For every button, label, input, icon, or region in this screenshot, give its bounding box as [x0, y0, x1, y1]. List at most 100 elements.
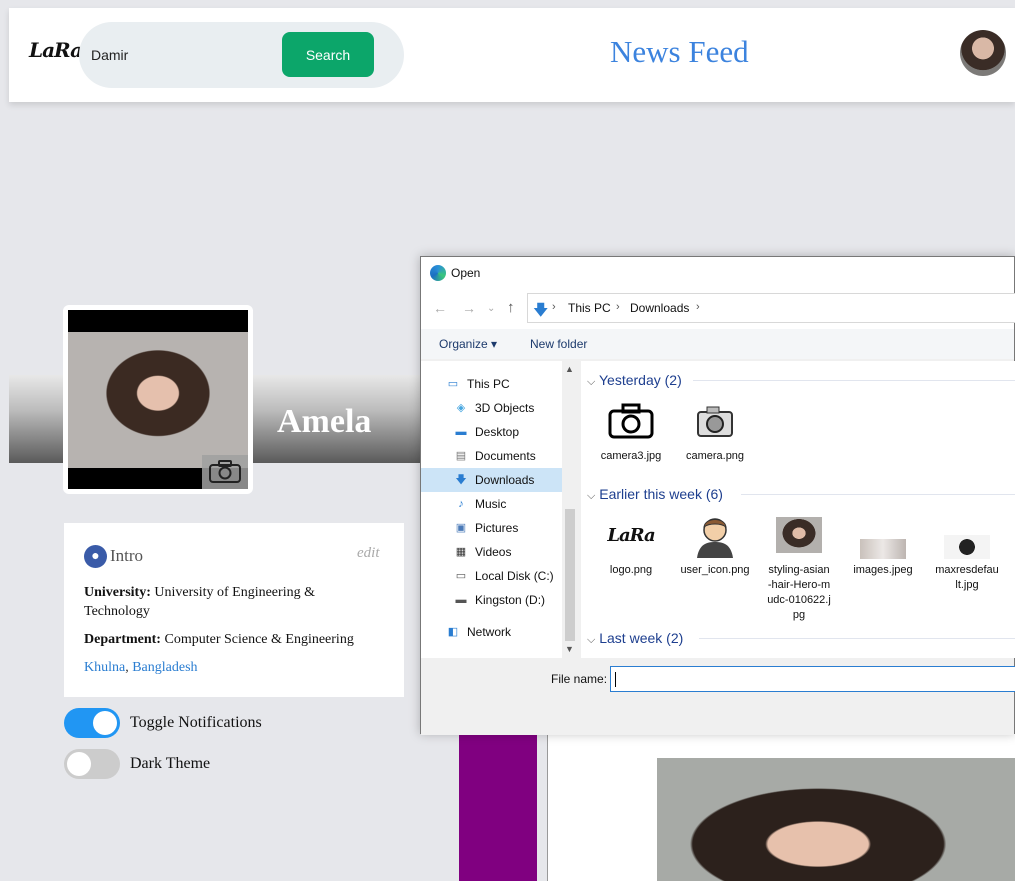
scrollbar-thumb[interactable] — [565, 509, 575, 641]
nav-item-documents[interactable]: ▤ Documents — [421, 444, 562, 468]
network-icon: ◧ — [447, 626, 459, 638]
up-arrow-icon[interactable]: ↑ — [507, 299, 515, 316]
edit-intro-link[interactable]: edit — [357, 545, 380, 562]
search-button[interactable]: Search — [282, 32, 374, 77]
group-divider — [693, 380, 1015, 381]
navigation-pane: ▭ This PC ◈ 3D Objects ▬ Desktop ▤ Documents… — [421, 361, 578, 658]
notifications-toggle[interactable] — [64, 708, 120, 738]
group-divider — [699, 638, 1015, 639]
profile-picture-frame — [63, 305, 253, 494]
app-logo[interactable]: LaRa — [29, 38, 83, 62]
file-user-icon[interactable]: user_icon.png — [677, 511, 753, 578]
nav-item-label: Music — [475, 497, 507, 511]
chevron-down-icon: ⌵ — [587, 376, 596, 388]
logo-thumbnail: LaRa — [607, 511, 656, 559]
file-styling-asian-hair[interactable]: styling-asian-hair-Hero-mudc-010622.jpg — [761, 511, 837, 623]
file-name: styling-asian-hair-Hero-mudc-010622.jpg — [767, 564, 831, 621]
photo-thumbnail — [944, 535, 990, 559]
nav-item-local-disk[interactable]: ▭ Local Disk (C:) — [421, 564, 562, 588]
file-maxresdefault[interactable]: maxresdefault.jpg — [929, 511, 1005, 593]
music-icon: ♪ — [458, 498, 464, 510]
chevron-down-icon: ⌵ — [587, 634, 596, 646]
nav-item-label: Network — [467, 625, 512, 639]
back-arrow-icon[interactable]: ← — [433, 300, 447, 316]
nav-item-label: Pictures — [475, 521, 519, 535]
new-folder-button[interactable]: New folder — [530, 337, 587, 351]
file-images[interactable]: images.jpeg — [845, 511, 921, 578]
university-label: University: — [84, 585, 151, 600]
user-avatar[interactable] — [960, 30, 1006, 76]
nav-item-network[interactable]: ◧ Network — [421, 620, 562, 644]
camera-icon — [697, 406, 733, 437]
forward-arrow-icon[interactable]: → — [462, 300, 476, 316]
nav-item-pictures[interactable]: ▣ Pictures — [421, 516, 562, 540]
intro-card: ● Intro edit University: University of E… — [64, 523, 404, 697]
nav-item-label: Documents — [475, 449, 536, 463]
chevron-right-icon: › — [616, 301, 620, 313]
dialog-titlebar: Open — [421, 257, 1014, 289]
file-logo[interactable]: LaRa logo.png — [593, 511, 669, 578]
toggle-knob — [67, 752, 91, 776]
search-bar: Search — [79, 22, 404, 88]
nav-item-music[interactable]: ♪ Music — [421, 492, 562, 516]
dark-theme-toggle-label: Dark Theme — [130, 755, 211, 772]
dialog-navigation: ← → ⌄ ↑ 🡇 › This PC › Downloads › — [421, 289, 1015, 329]
location: Khulna, Bangladesh — [84, 660, 198, 676]
nav-item-label: 3D Objects — [475, 401, 535, 415]
city-link[interactable]: Khulna — [84, 660, 125, 675]
country-link[interactable]: Bangladesh — [132, 660, 197, 675]
post-image[interactable] — [657, 758, 1015, 881]
usb-drive-icon: ▬ — [455, 594, 467, 606]
nav-item-videos[interactable]: ▦ Videos — [421, 540, 562, 564]
search-input[interactable] — [91, 36, 271, 74]
user-icon — [697, 518, 733, 558]
pictures-icon: ▣ — [455, 522, 467, 534]
dark-theme-toggle[interactable] — [64, 749, 120, 779]
breadcrumb-this-pc[interactable]: This PC — [568, 301, 611, 315]
profile-photo — [68, 332, 248, 468]
file-list: ⌵ Yesterday (2) camera3.jpg camera.png ⌵… — [581, 361, 1015, 658]
group-divider — [741, 494, 1015, 495]
nav-item-label: Videos — [475, 545, 512, 559]
group-label: Last week (2) — [599, 630, 684, 646]
file-name-input[interactable] — [610, 666, 1015, 692]
scroll-down-icon[interactable]: ▼ — [565, 644, 574, 654]
scroll-up-icon[interactable]: ▲ — [565, 364, 574, 374]
camera-icon — [608, 403, 654, 439]
documents-icon: ▤ — [455, 450, 467, 462]
file-camera[interactable]: camera.png — [677, 397, 753, 464]
nav-item-3d-objects[interactable]: ◈ 3D Objects — [421, 396, 562, 420]
text-caret — [615, 672, 616, 687]
dialog-title: Open — [451, 266, 481, 280]
nav-item-label: Desktop — [475, 425, 520, 439]
recent-locations-icon[interactable]: ⌄ — [487, 303, 495, 314]
nav-item-desktop[interactable]: ▬ Desktop — [421, 420, 562, 444]
navigation-scrollbar[interactable]: ▲ ▼ — [562, 361, 578, 658]
file-camera3[interactable]: camera3.jpg — [593, 397, 669, 464]
page-title[interactable]: News Feed — [610, 34, 749, 70]
group-header-yesterday[interactable]: ⌵ Yesterday (2) — [587, 372, 682, 389]
profile-name: Amela — [277, 403, 372, 440]
globe-icon: ● — [84, 545, 107, 568]
department-row: Department: Computer Science & Engineeri… — [84, 630, 384, 649]
file-name: user_icon.png — [680, 564, 750, 576]
university-row: University: University of Engineering & … — [84, 583, 384, 621]
department-label: Department: — [84, 632, 161, 647]
group-label: Earlier this week (6) — [599, 486, 723, 502]
camera-icon — [209, 460, 241, 483]
user-thumbnail — [691, 511, 739, 559]
camera-thumbnail — [607, 397, 655, 445]
change-photo-button[interactable] — [202, 455, 248, 489]
organize-button[interactable]: Organize ▾ — [439, 337, 497, 351]
group-header-last-week[interactable]: ⌵ Last week (2) — [587, 630, 683, 647]
group-header-earlier-this-week[interactable]: ⌵ Earlier this week (6) — [587, 486, 723, 503]
nav-item-label: Downloads — [475, 473, 535, 487]
address-bar[interactable]: 🡇 › This PC › Downloads › — [527, 293, 1015, 323]
breadcrumb-downloads[interactable]: Downloads — [630, 301, 689, 315]
nav-item-kingston[interactable]: ▬ Kingston (D:) — [421, 588, 562, 612]
nav-item-this-pc[interactable]: ▭ This PC — [421, 372, 562, 396]
nav-item-label: Local Disk (C:) — [475, 569, 554, 583]
nav-item-downloads[interactable]: 🡇 Downloads — [421, 468, 562, 492]
desktop-icon: ▬ — [455, 426, 467, 438]
location-separator: , — [125, 660, 129, 675]
